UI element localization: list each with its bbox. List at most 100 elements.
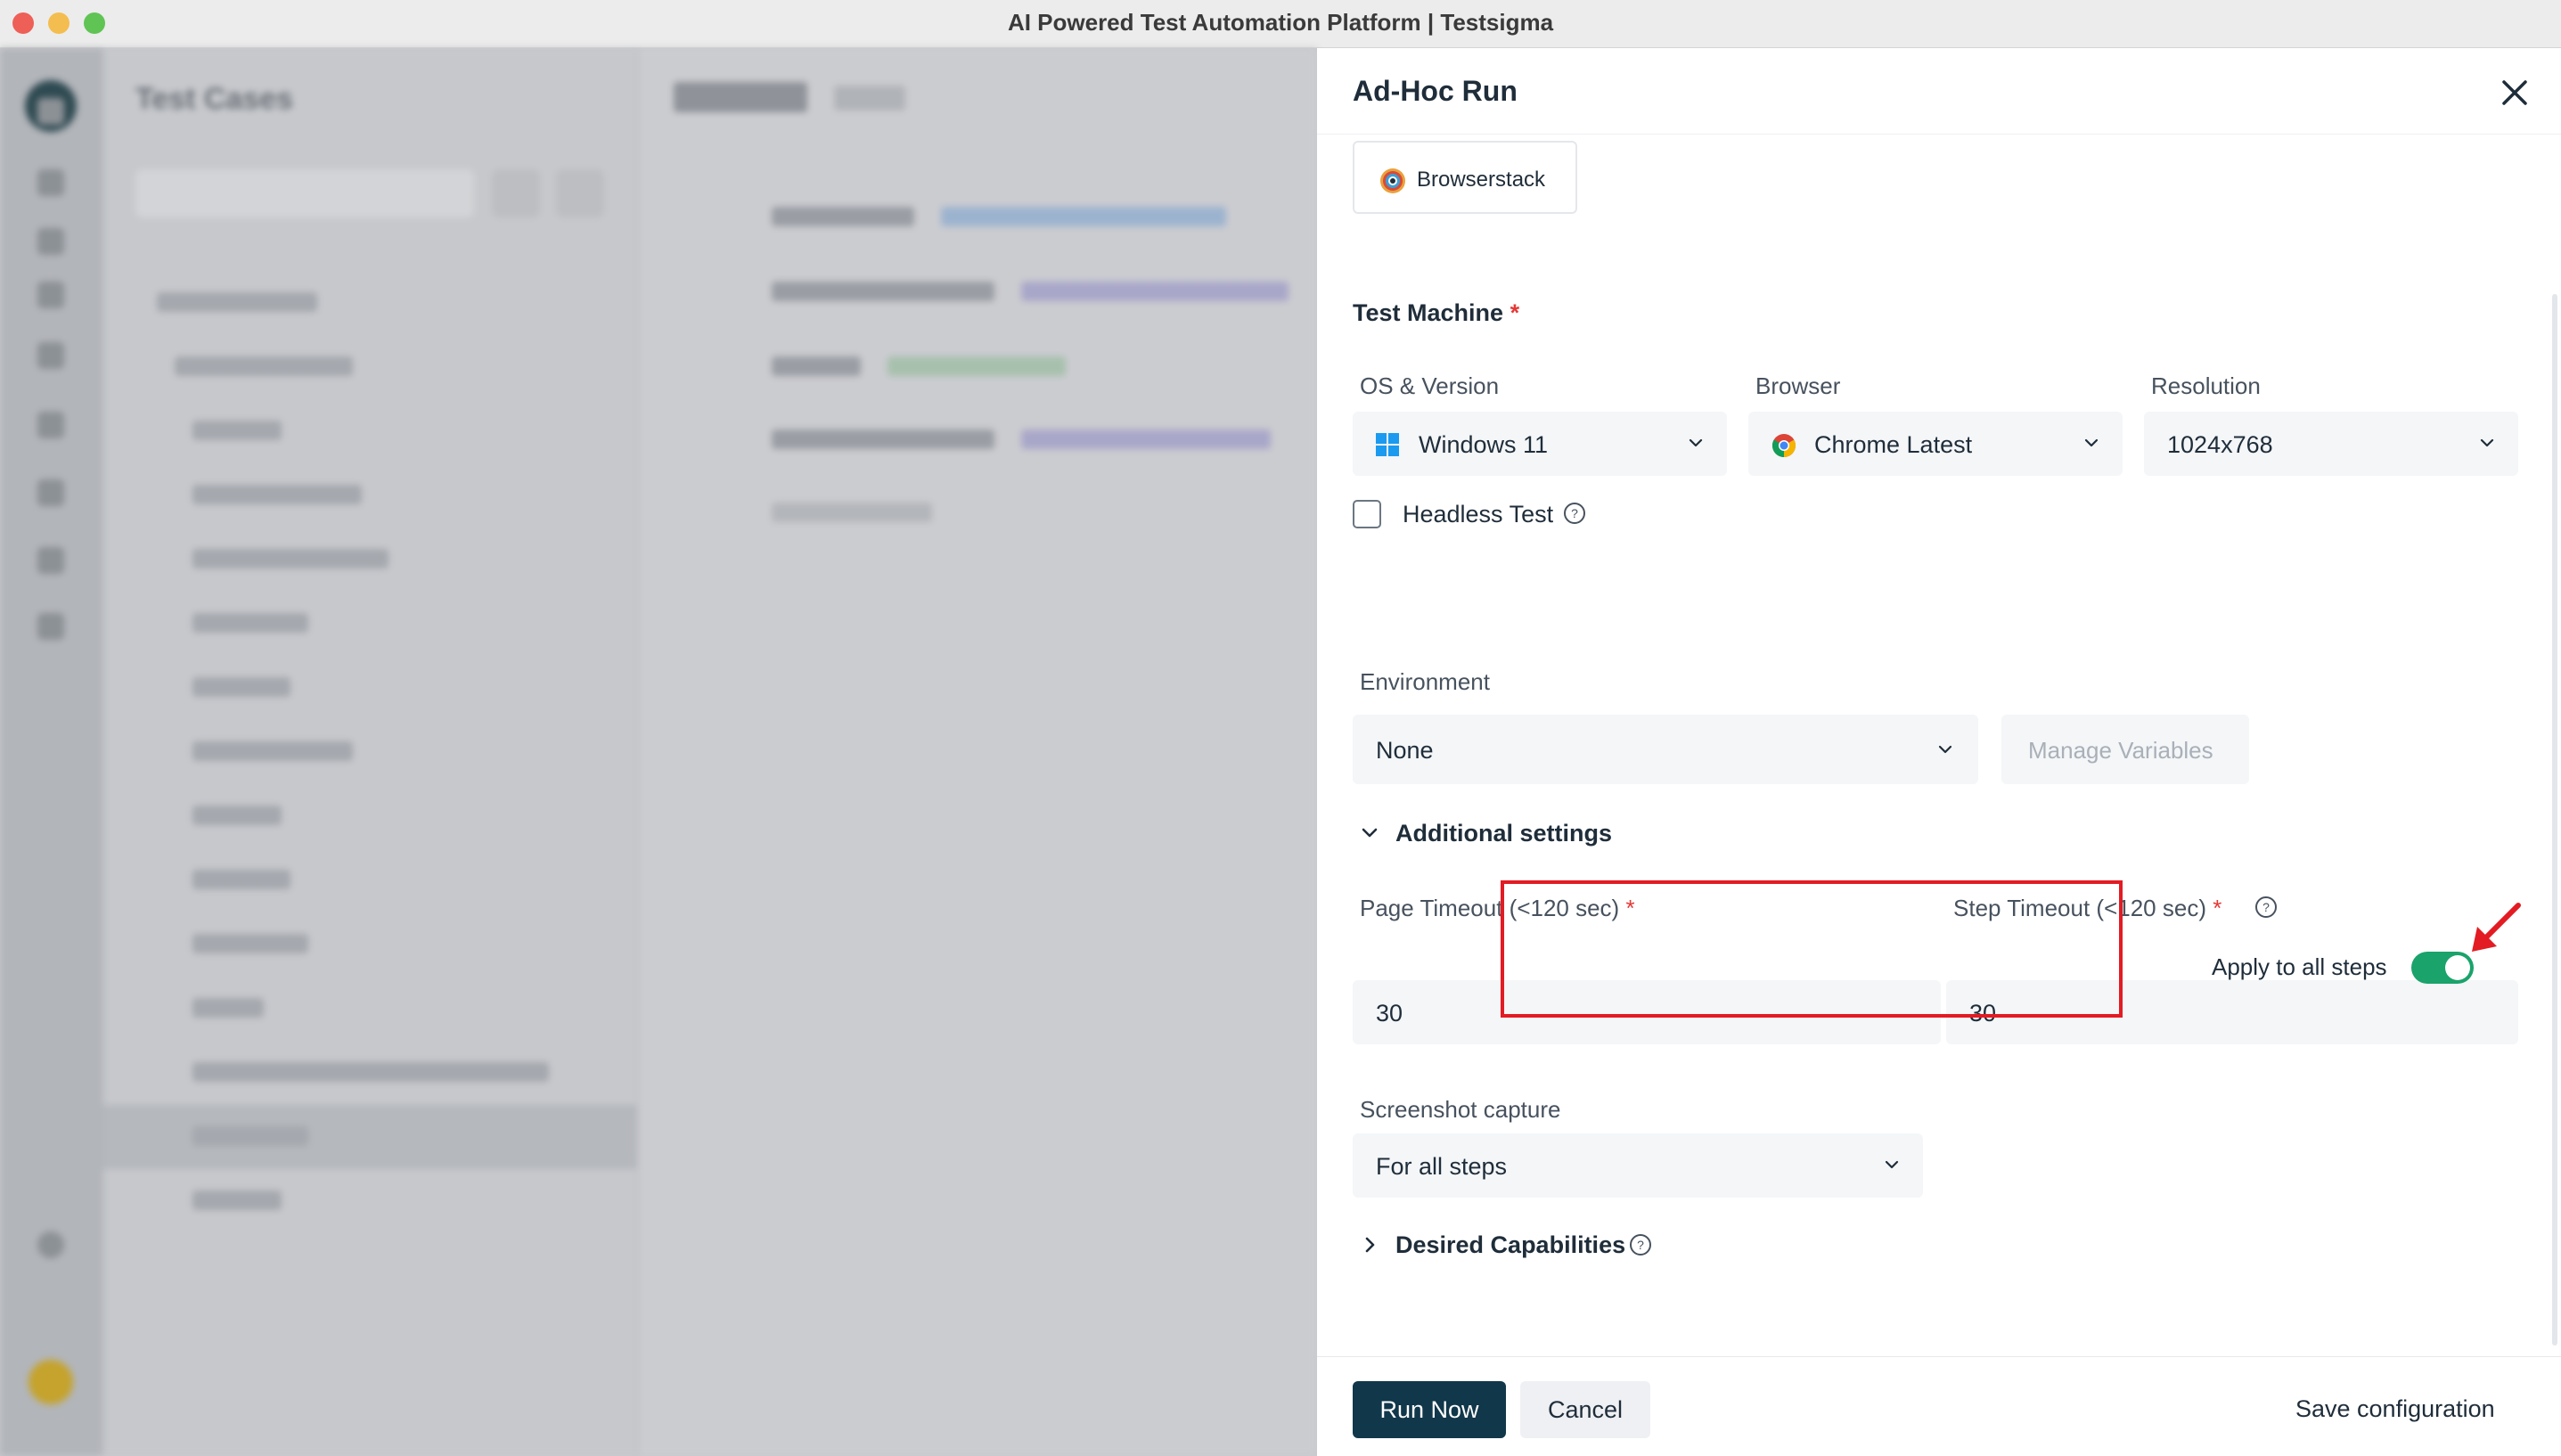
step-row: [772, 282, 994, 301]
windows-icon: [1376, 433, 1399, 456]
cancel-button[interactable]: Cancel: [1520, 1381, 1650, 1438]
list-item: [192, 998, 264, 1018]
browser-label: Browser: [1755, 372, 1841, 399]
headless-label: Headless Test: [1403, 501, 1554, 528]
list-item: [192, 613, 308, 633]
list-item: [157, 292, 317, 312]
list-title: Test Cases: [135, 82, 294, 116]
adhoc-run-panel: Ad-Hoc Run Browserstack Test Machine * O…: [1317, 48, 2561, 1456]
status-badge: [834, 86, 905, 110]
chevron-right-icon[interactable]: [1360, 1235, 1379, 1255]
step-row: [772, 207, 914, 226]
highlight-box: [1501, 880, 2123, 1018]
help-icon[interactable]: ?: [2254, 896, 2278, 919]
test-case-list: Test Cases: [103, 48, 638, 1456]
chevron-down-icon: [2480, 438, 2494, 447]
nav-rail: [0, 48, 103, 1456]
divider: [1317, 134, 2561, 135]
screenshot-value: For all steps: [1376, 1153, 1508, 1180]
step-row: [941, 207, 1226, 226]
chevron-down-icon: [1885, 1160, 1899, 1169]
resolution-value: 1024x768: [2167, 431, 2273, 458]
browser-value: Chrome Latest: [1814, 431, 1973, 458]
chevron-down-icon: [1689, 438, 1703, 447]
svg-text:?: ?: [1571, 506, 1578, 520]
chevron-down-icon[interactable]: [1360, 823, 1379, 843]
page-timeout-value: 30: [1376, 1000, 1403, 1027]
list-item: [192, 677, 290, 697]
save-configuration-button[interactable]: Save configuration: [2295, 1395, 2495, 1423]
list-item: [175, 356, 353, 376]
list-item: [192, 485, 362, 504]
search-input: [135, 169, 474, 217]
nav-icon: [37, 169, 64, 196]
chrome-icon: [1771, 434, 1796, 458]
window-title: AI Powered Test Automation Platform | Te…: [1007, 9, 1554, 36]
close-icon: [2502, 80, 2527, 105]
list-item: [192, 1126, 308, 1146]
nav-icon: [37, 613, 64, 640]
scrollbar[interactable]: [2552, 294, 2557, 1346]
nav-icon: [37, 228, 64, 255]
resolution-label: Resolution: [2151, 372, 2261, 399]
list-item: [192, 934, 308, 953]
run-now-button[interactable]: Run Now: [1353, 1381, 1506, 1438]
provider-label: Browserstack: [1417, 168, 1546, 192]
list-item: [192, 741, 353, 761]
step-row: [1021, 282, 1289, 301]
step-row: [888, 356, 1066, 376]
modal-title: Ad-Hoc Run: [1353, 75, 1518, 107]
window-titlebar: AI Powered Test Automation Platform | Te…: [0, 0, 2561, 48]
help-icon: [37, 1231, 64, 1258]
divider: [1317, 1356, 2561, 1357]
nav-icon: [37, 282, 64, 308]
headless-checkbox[interactable]: [1353, 500, 1381, 528]
browserstack-icon: [1380, 168, 1405, 193]
help-icon[interactable]: ?: [1629, 1233, 1652, 1256]
nav-icon: [37, 479, 64, 506]
nav-icon: [37, 412, 64, 438]
svg-text:?: ?: [1637, 1238, 1644, 1252]
screenshot-label: Screenshot capture: [1360, 1096, 1561, 1123]
avatar: [29, 1360, 73, 1404]
list-item: [192, 549, 389, 568]
nav-icon: [37, 547, 64, 574]
os-value: Windows 11: [1419, 431, 1549, 458]
step-row: [772, 356, 861, 376]
additional-settings-toggle[interactable]: Additional settings: [1395, 820, 1612, 847]
os-select[interactable]: Windows 11: [1353, 412, 1727, 476]
background-app: Test Cases: [0, 48, 1317, 1456]
required-mark: *: [1510, 299, 1520, 326]
list-item: [192, 870, 290, 889]
environment-label: Environment: [1360, 668, 1490, 695]
resolution-select[interactable]: 1024x768: [2144, 412, 2518, 476]
dashboard-icon: [37, 98, 64, 125]
screenshot-select[interactable]: For all steps: [1353, 1133, 1923, 1198]
environment-select[interactable]: None: [1353, 715, 1978, 784]
step-row: [772, 503, 932, 522]
list-item: [192, 1062, 549, 1082]
help-icon[interactable]: ?: [1563, 502, 1586, 525]
filter-icon: [556, 169, 604, 217]
manage-variables-label: Manage Variables: [2028, 737, 2213, 764]
detail-title: [674, 82, 807, 112]
manage-variables-button[interactable]: Manage Variables: [2001, 715, 2249, 784]
desired-capabilities-toggle[interactable]: Desired Capabilities: [1395, 1231, 1625, 1259]
list-item: [192, 1190, 282, 1210]
step-row: [772, 429, 994, 449]
arrow-annotation-icon: [2472, 903, 2521, 952]
provider-browserstack[interactable]: Browserstack: [1353, 141, 1577, 214]
browser-select[interactable]: Chrome Latest: [1748, 412, 2123, 476]
add-icon: [492, 169, 540, 217]
svg-text:?: ?: [2262, 900, 2270, 914]
apply-all-steps-label: Apply to all steps: [2212, 953, 2387, 980]
step-row: [1021, 429, 1271, 449]
selected-row: [103, 1105, 638, 1169]
close-button[interactable]: [2495, 73, 2534, 112]
chevron-down-icon: [1938, 745, 1952, 754]
test-machine-title: Test Machine *: [1353, 299, 1520, 326]
list-item: [192, 806, 282, 825]
list-item: [192, 421, 282, 440]
chevron-down-icon: [2084, 438, 2099, 447]
nav-icon: [37, 342, 64, 369]
